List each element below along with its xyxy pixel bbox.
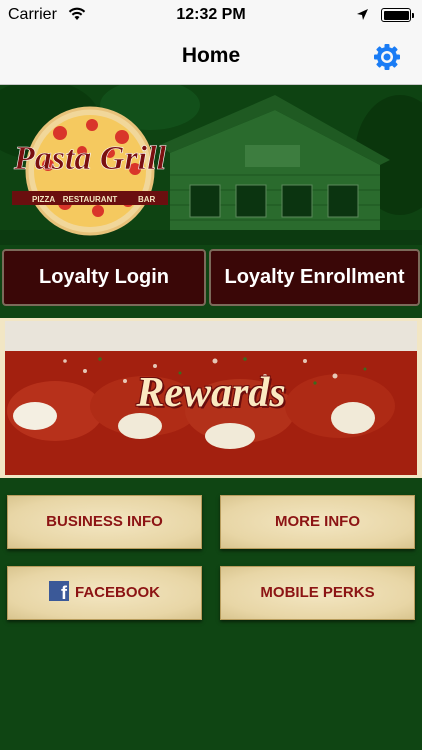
rewards-image: Rewards: [5, 321, 417, 475]
rewards-label: Rewards: [136, 370, 286, 416]
pasta-grill-logo: Pasta Grill PIZZA RESTAURANT BAR: [12, 106, 168, 236]
business-info-button[interactable]: BUSINESS INFO: [7, 495, 202, 549]
navigation-bar: Home: [0, 30, 422, 85]
hero-banner: Pasta Grill PIZZA RESTAURANT BAR: [0, 85, 422, 245]
gear-icon[interactable]: [372, 42, 402, 72]
location-arrow-icon: [357, 9, 368, 20]
svg-text:PIZZA: PIZZA: [32, 195, 55, 204]
svg-text:RESTAURANT: RESTAURANT: [63, 195, 118, 204]
mobile-perks-button[interactable]: MOBILE PERKS: [220, 566, 415, 620]
svg-text:Pasta Grill: Pasta Grill: [13, 140, 167, 177]
page-title: Home: [181, 44, 241, 67]
facebook-label: FACEBOOK: [74, 584, 160, 601]
more-info-button[interactable]: MORE INFO: [220, 495, 415, 549]
facebook-button[interactable]: f FACEBOOK: [7, 566, 202, 620]
facebook-icon: f: [48, 581, 69, 603]
rewards-banner[interactable]: Rewards: [0, 318, 422, 478]
status-bar: Carrier 12:32 PM: [0, 0, 422, 30]
svg-text:BAR: BAR: [138, 195, 156, 204]
loyalty-enrollment-button[interactable]: Loyalty Enrollment: [209, 249, 420, 306]
loyalty-login-button[interactable]: Loyalty Login: [2, 249, 206, 306]
battery-icon: [381, 8, 414, 22]
